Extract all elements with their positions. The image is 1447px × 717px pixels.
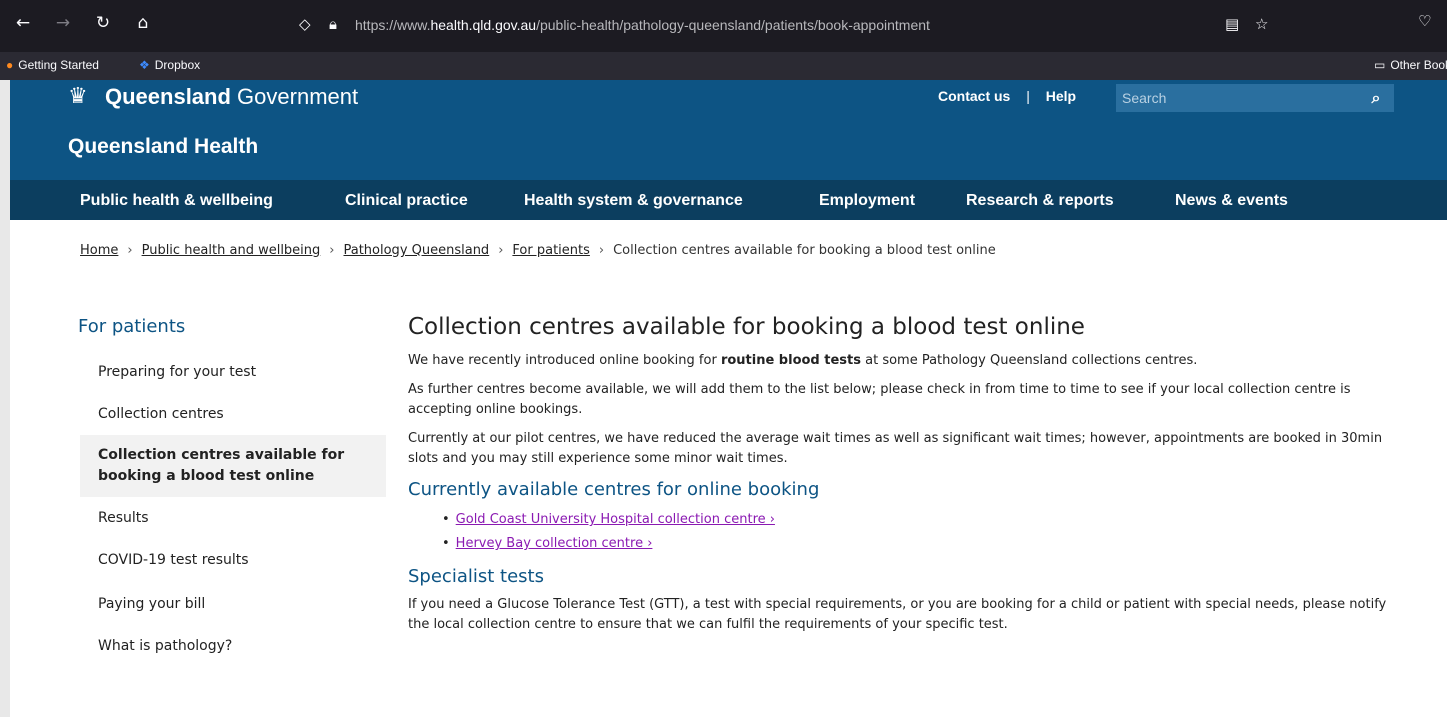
government-name[interactable]: Queensland Government bbox=[105, 84, 358, 110]
nav-research-reports[interactable]: Research & reports bbox=[966, 192, 1114, 210]
utility-links: Contact us | Help bbox=[938, 88, 1076, 104]
sidebar-item-collection-centres[interactable]: Collection centres bbox=[80, 404, 386, 425]
wait-times-paragraph: Currently at our pilot centres, we have … bbox=[408, 431, 1383, 466]
site-title[interactable]: Queensland Health bbox=[68, 135, 258, 159]
other-bookmarks[interactable]: ▭Other Bookr bbox=[1374, 58, 1447, 72]
breadcrumb-current: Collection centres available for booking… bbox=[613, 243, 996, 258]
hervey-bay-link[interactable]: Hervey Bay collection centre › bbox=[456, 536, 653, 551]
shield-icon[interactable]: ◇ bbox=[299, 15, 311, 33]
list-item: • Hervey Bay collection centre › bbox=[442, 536, 653, 551]
dropbox-icon: ❖ bbox=[139, 58, 150, 72]
help-link[interactable]: Help bbox=[1046, 88, 1076, 104]
browser-toolbar: ← → ↻ ⌂ ◇ 🔒︎ https://www.health.qld.gov.… bbox=[0, 0, 1447, 52]
firefox-icon: ● bbox=[6, 58, 14, 72]
sidebar-item-preparing[interactable]: Preparing for your test bbox=[80, 362, 386, 383]
sidebar-item-what-is-pathology[interactable]: What is pathology? bbox=[80, 636, 386, 657]
bookmarks-bar: ●Getting Started ❖Dropbox ▭Other Bookr bbox=[0, 52, 1447, 80]
availability-paragraph: As further centres become available, we … bbox=[408, 382, 1351, 417]
sidebar-item-paying-bill[interactable]: Paying your bill bbox=[80, 594, 386, 615]
specialist-paragraph: If you need a Glucose Tolerance Test (GT… bbox=[408, 597, 1387, 632]
breadcrumb-pathology[interactable]: Pathology Queensland bbox=[343, 243, 489, 258]
bookmark-dropbox[interactable]: ❖ Dropbox bbox=[139, 58, 200, 72]
nav-news-events[interactable]: News & events bbox=[1175, 192, 1288, 210]
nav-clinical-practice[interactable]: Clinical practice bbox=[345, 192, 468, 210]
centres-list: • Gold Coast University Hospital collecti… bbox=[442, 508, 1408, 556]
search-icon[interactable]: ⌕ bbox=[1364, 86, 1388, 110]
intro-paragraph: We have recently introduced online booki… bbox=[408, 353, 1198, 368]
separator: | bbox=[1026, 88, 1030, 104]
chevron-right-icon: › bbox=[329, 243, 335, 258]
url-text[interactable]: https://www.health.qld.gov.au/public-hea… bbox=[355, 17, 930, 33]
main-navigation: Public health & wellbeing Clinical pract… bbox=[10, 180, 1447, 220]
pocket-icon[interactable]: ♡ bbox=[1418, 12, 1431, 30]
web-page: ♛ Queensland Government Queensland Healt… bbox=[10, 80, 1447, 717]
breadcrumb-public-health[interactable]: Public health and wellbeing bbox=[142, 243, 321, 258]
sidebar-item-covid-results[interactable]: COVID-19 test results bbox=[80, 550, 386, 571]
breadcrumb-home[interactable]: Home bbox=[80, 243, 118, 258]
coat-of-arms-icon[interactable]: ♛ bbox=[68, 84, 100, 110]
lock-icon[interactable]: 🔒︎ bbox=[329, 15, 337, 33]
nav-employment[interactable]: Employment bbox=[819, 192, 915, 210]
star-icon[interactable]: ☆ bbox=[1255, 15, 1268, 33]
chevron-right-icon: › bbox=[127, 243, 133, 258]
forward-icon[interactable]: → bbox=[52, 12, 74, 34]
sidebar-title[interactable]: For patients bbox=[78, 316, 185, 337]
breadcrumb-for-patients[interactable]: For patients bbox=[512, 243, 589, 258]
nav-public-health[interactable]: Public health & wellbeing bbox=[80, 192, 273, 210]
main-content: Collection centres available for booking… bbox=[408, 314, 1408, 644]
address-bar[interactable]: ◇ 🔒︎ https://www.health.qld.gov.au/publi… bbox=[285, 8, 1305, 42]
bookmark-getting-started[interactable]: ● Getting Started bbox=[6, 58, 99, 72]
site-header: ♛ Queensland Government Queensland Healt… bbox=[10, 80, 1447, 180]
list-item: • Gold Coast University Hospital collecti… bbox=[442, 512, 775, 527]
page-title: Collection centres available for booking… bbox=[408, 314, 1085, 340]
back-icon[interactable]: ← bbox=[12, 12, 34, 34]
home-icon[interactable]: ⌂ bbox=[132, 12, 154, 34]
search-box: ⌕ bbox=[1116, 84, 1394, 112]
sidebar-item-results[interactable]: Results bbox=[80, 508, 386, 529]
available-centres-heading: Currently available centres for online b… bbox=[408, 479, 820, 500]
chevron-right-icon: › bbox=[598, 243, 605, 258]
reload-icon[interactable]: ↻ bbox=[92, 12, 114, 34]
gold-coast-link[interactable]: Gold Coast University Hospital collectio… bbox=[456, 512, 775, 527]
sidebar-item-online-booking[interactable]: Collection centres available for booking… bbox=[80, 435, 386, 497]
folder-icon: ▭ bbox=[1374, 58, 1386, 72]
breadcrumb: Home › Public health and wellbeing › Patholo… bbox=[80, 243, 996, 258]
reader-icon[interactable]: ▤ bbox=[1225, 15, 1239, 33]
search-input[interactable] bbox=[1116, 84, 1356, 112]
specialist-tests-heading: Specialist tests bbox=[408, 566, 544, 587]
chevron-right-icon: › bbox=[498, 243, 504, 258]
contact-us-link[interactable]: Contact us bbox=[938, 88, 1010, 104]
nav-health-system[interactable]: Health system & governance bbox=[524, 192, 743, 210]
